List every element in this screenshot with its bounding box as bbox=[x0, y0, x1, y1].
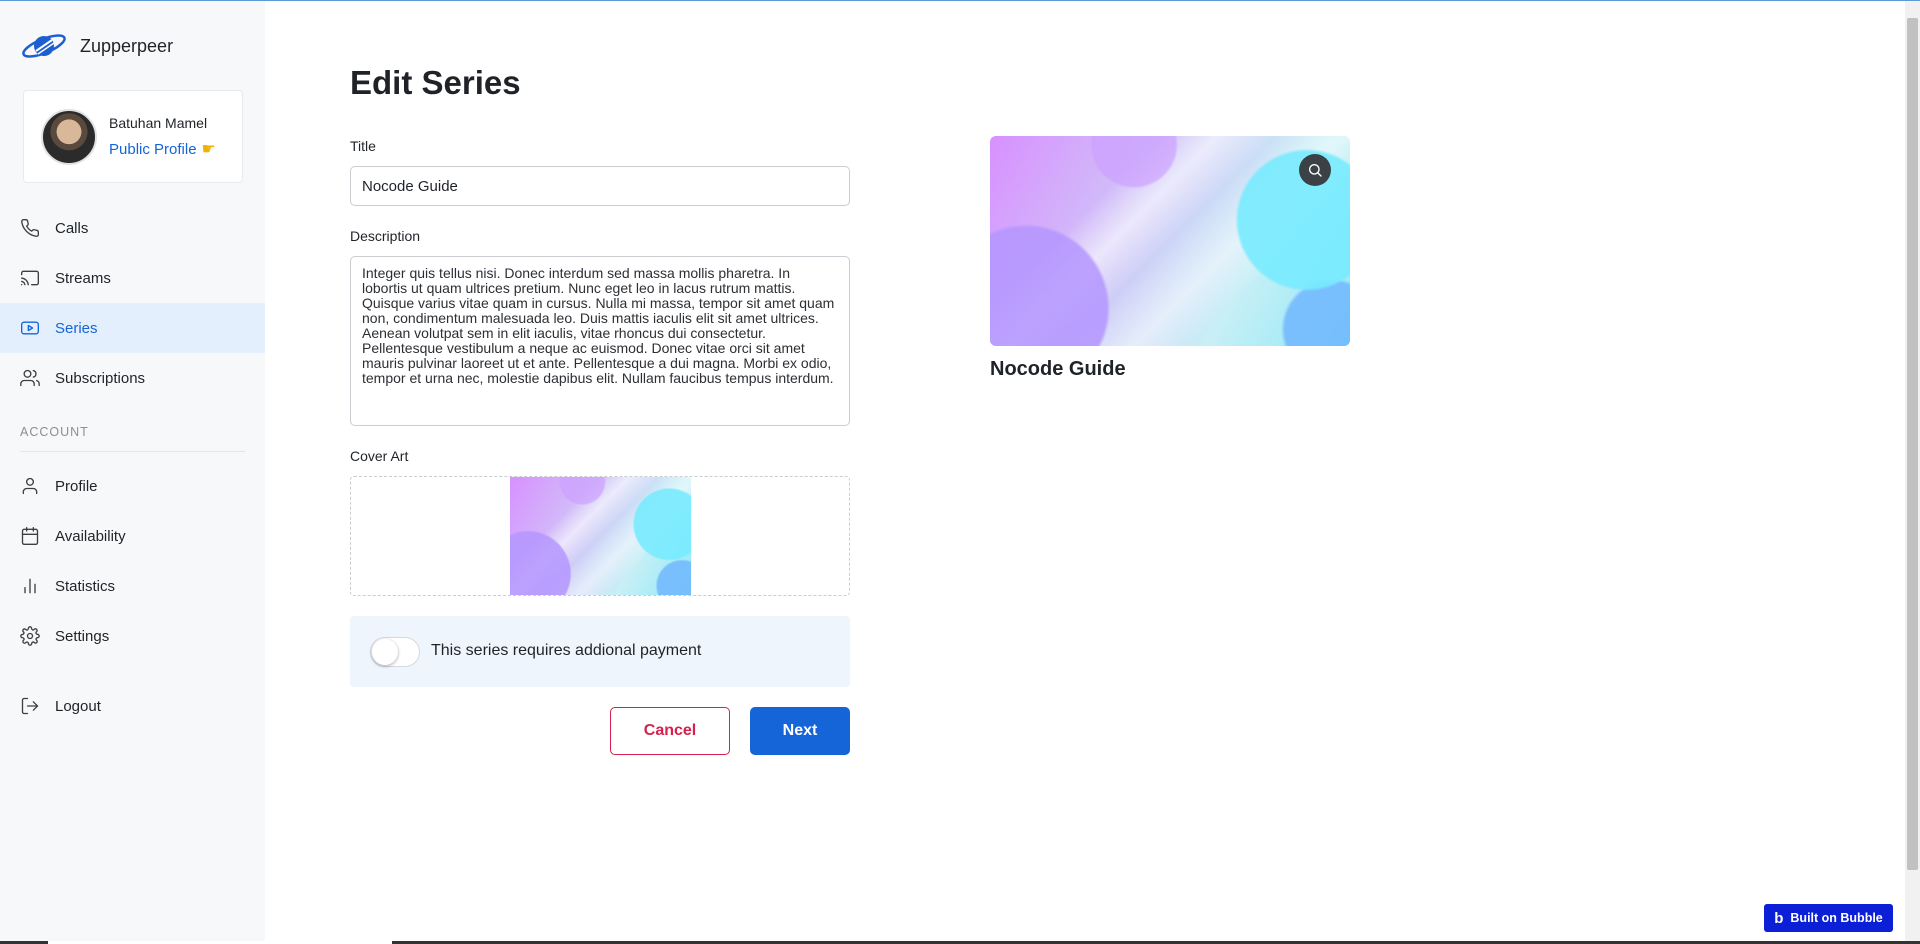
users-icon bbox=[20, 369, 40, 387]
payment-option-box: This series requires addional payment bbox=[350, 616, 850, 687]
cover-preview-image bbox=[990, 136, 1350, 346]
window-top-border bbox=[0, 0, 1920, 1]
zoom-preview-button[interactable] bbox=[1299, 154, 1331, 186]
sidebar-item-availability[interactable]: Availability bbox=[0, 511, 265, 561]
brand-name: Zupperpeer bbox=[80, 35, 174, 56]
bubble-badge-label: Built on Bubble bbox=[1790, 911, 1883, 925]
logout-icon bbox=[21, 697, 39, 715]
sidebar-item-label: Calls bbox=[55, 219, 89, 237]
sidebar-item-label: Settings bbox=[55, 627, 110, 645]
description-label: Description bbox=[350, 228, 421, 244]
section-divider bbox=[20, 451, 245, 452]
gear-icon bbox=[20, 626, 40, 646]
payment-toggle-label: This series requires addional payment bbox=[431, 642, 702, 659]
cover-art-dropzone[interactable] bbox=[350, 476, 850, 596]
sidebar-item-label: Availability bbox=[55, 527, 126, 545]
bar-chart-icon bbox=[24, 578, 36, 594]
sidebar-item-label: Subscriptions bbox=[55, 369, 146, 387]
profile-card: Batuhan Mamel Public Profile ☛ bbox=[23, 90, 243, 183]
scrollbar-thumb[interactable] bbox=[1907, 18, 1918, 870]
public-profile-label: Public Profile bbox=[109, 140, 197, 158]
cover-art-label: Cover Art bbox=[350, 448, 409, 464]
calendar-icon bbox=[21, 527, 39, 545]
magnifier-icon bbox=[1309, 164, 1322, 177]
next-button[interactable]: Next bbox=[750, 707, 850, 755]
sidebar-item-label: Statistics bbox=[55, 577, 116, 595]
sidebar-item-logout[interactable]: Logout bbox=[0, 681, 265, 731]
cast-icon bbox=[21, 270, 39, 286]
title-label: Title bbox=[350, 138, 376, 154]
preview-series-title: Nocode Guide bbox=[990, 358, 1126, 380]
planet-logo-icon bbox=[22, 34, 66, 58]
user-icon bbox=[22, 477, 38, 495]
cancel-button[interactable]: Cancel bbox=[610, 707, 730, 755]
sidebar-item-streams[interactable]: Streams bbox=[0, 253, 265, 303]
sidebar-item-statistics[interactable]: Statistics bbox=[0, 561, 265, 611]
description-textarea[interactable]: Integer quis tellus nisi. Donec interdum… bbox=[350, 256, 850, 426]
built-on-bubble-badge[interactable]: b Built on Bubble bbox=[1764, 904, 1893, 932]
sidebar-item-calls[interactable]: Calls bbox=[0, 203, 265, 253]
pointing-hand-icon: ☛ bbox=[201, 141, 216, 158]
title-input[interactable] bbox=[350, 166, 850, 206]
account-section-label: ACCOUNT bbox=[20, 425, 89, 439]
phone-icon bbox=[21, 218, 40, 237]
sidebar: Zupperpeer Batuhan Mamel Public Profile … bbox=[0, 1, 265, 944]
sidebar-item-label: Series bbox=[55, 319, 98, 337]
sidebar-item-settings[interactable]: Settings bbox=[0, 611, 265, 661]
brand[interactable]: Zupperpeer bbox=[20, 29, 173, 63]
sidebar-item-series[interactable]: Series bbox=[0, 303, 265, 353]
bubble-logo-icon: b bbox=[1774, 909, 1784, 927]
sidebar-item-label: Logout bbox=[55, 697, 101, 715]
play-icon bbox=[21, 321, 39, 335]
sidebar-item-profile[interactable]: Profile bbox=[0, 461, 265, 511]
cover-art-thumbnail bbox=[510, 477, 691, 595]
profile-name: Batuhan Mamel bbox=[109, 115, 208, 131]
avatar[interactable] bbox=[41, 109, 97, 165]
payment-toggle[interactable] bbox=[370, 637, 420, 667]
cover-preview-card bbox=[990, 136, 1350, 346]
sidebar-item-subscriptions[interactable]: Subscriptions bbox=[0, 353, 265, 403]
page-title: Edit Series bbox=[350, 64, 521, 101]
public-profile-link[interactable]: Public Profile ☛ bbox=[109, 139, 216, 159]
sidebar-item-label: Streams bbox=[55, 269, 111, 287]
toggle-knob bbox=[372, 639, 398, 665]
sidebar-item-label: Profile bbox=[55, 477, 98, 495]
